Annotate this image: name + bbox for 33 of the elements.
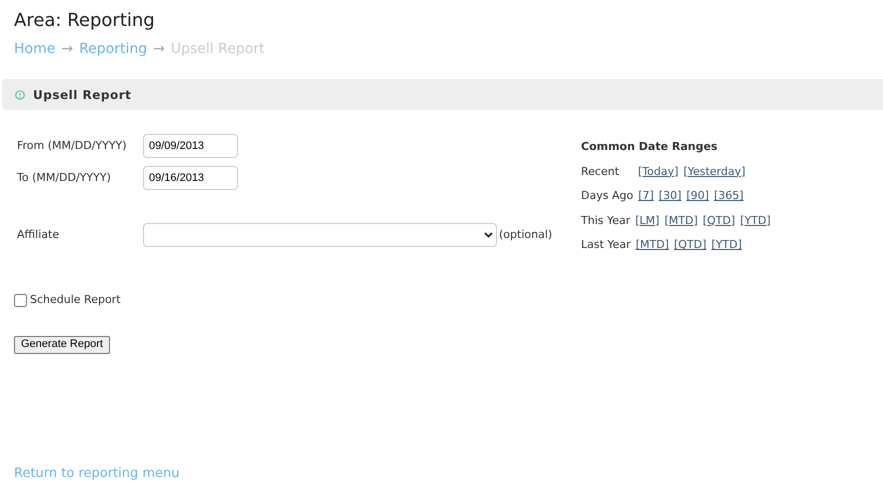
from-label: From (MM/DD/YYYY) (17, 138, 128, 154)
range-label: Recent (581, 164, 620, 180)
range-link[interactable]: [MTD] (636, 237, 669, 254)
range-link[interactable]: [QTD] (702, 212, 736, 229)
breadcrumb-separator: → (61, 40, 74, 59)
range-label: Days Ago (581, 188, 634, 204)
from-date-field[interactable]: 09/09/2013 (143, 134, 238, 158)
range-link[interactable]: [QTD] (674, 237, 706, 254)
range-link[interactable]: [LM] (635, 212, 660, 229)
range-link[interactable]: [MTD] (664, 212, 698, 229)
affiliate-label: Affiliate (17, 226, 60, 243)
breadcrumb-separator: → (153, 40, 165, 59)
to-date-field[interactable]: 09/16/2013 (143, 166, 238, 190)
range-link[interactable]: [7] (638, 188, 654, 204)
range-link[interactable]: [Yesterday] (683, 164, 746, 180)
date-ranges-title: Common Date Ranges (581, 139, 718, 155)
info-icon (15, 90, 25, 100)
range-label: This Year (581, 212, 630, 228)
panel-title: Upsell Report (33, 86, 132, 104)
range-label: Last Year (581, 237, 631, 253)
range-link[interactable]: [Today] (638, 164, 678, 180)
page-title: Area: Reporting (14, 10, 156, 32)
optional-note: (optional) (499, 226, 552, 243)
schedule-label: Schedule Report (30, 292, 121, 308)
range-link[interactable]: [90] (686, 188, 709, 204)
range-link[interactable]: [YTD] (740, 212, 771, 229)
chevron-down-icon (484, 232, 493, 238)
to-label: To (MM/DD/YYYY) (17, 170, 112, 186)
generate-report-button[interactable]: Generate Report (14, 336, 110, 354)
schedule-checkbox[interactable] (14, 294, 27, 307)
range-link[interactable]: [30] (658, 188, 682, 204)
range-link[interactable]: [365] (714, 188, 744, 204)
range-link[interactable]: [YTD] (711, 237, 742, 254)
